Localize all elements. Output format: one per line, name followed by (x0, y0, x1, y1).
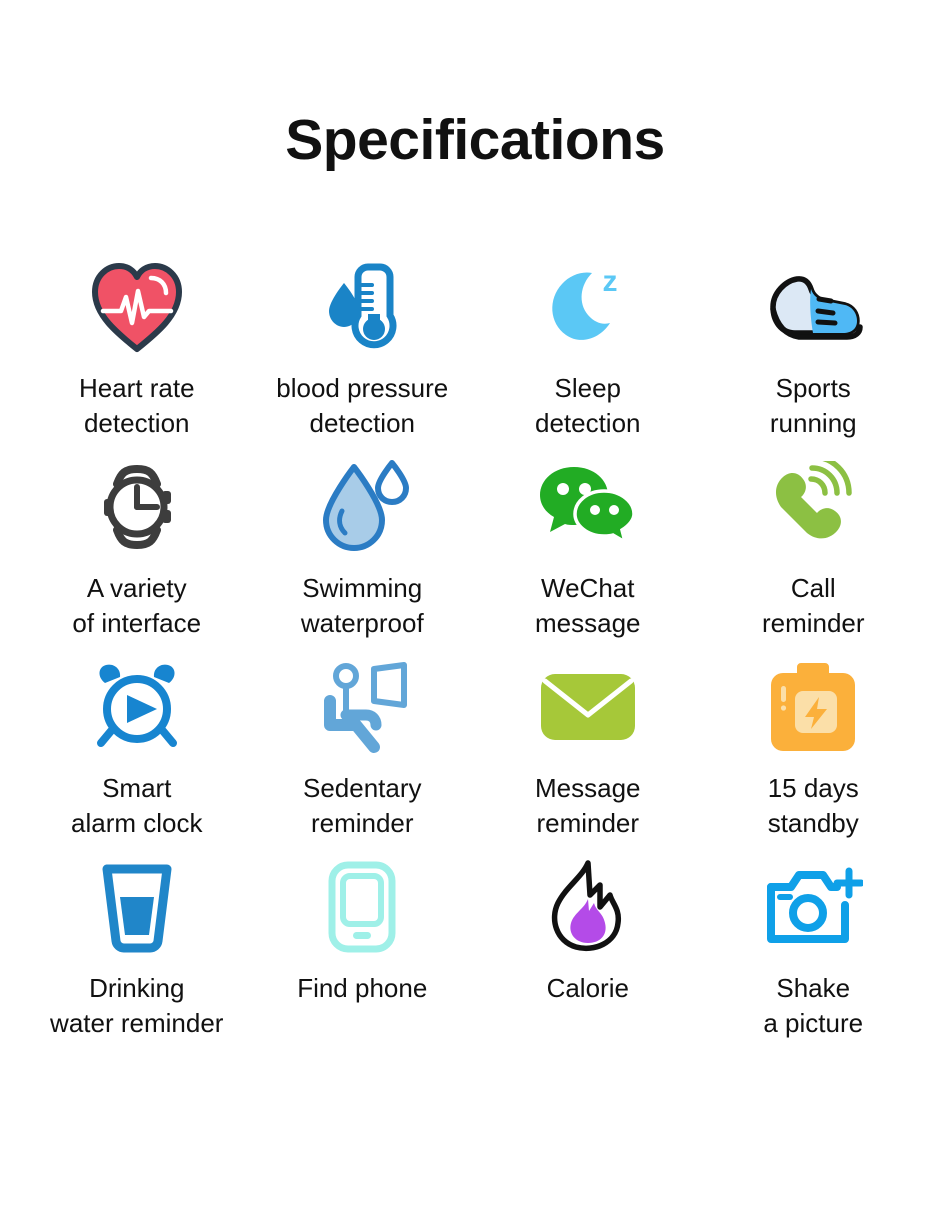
heart-rate-icon (85, 255, 189, 359)
feature-cell-call-reminder: Call reminder (701, 455, 927, 655)
feature-grid: Heart rate detection blood pressure dete… (0, 255, 950, 1055)
feature-label: blood pressure detection (276, 373, 449, 438)
feature-cell-standby: 15 days standby (701, 655, 927, 855)
feature-label: Heart rate detection (78, 373, 195, 438)
svg-text:z: z (602, 265, 617, 298)
feature-cell-calorie: Calorie (475, 855, 701, 1055)
battery-bolt-icon (761, 655, 865, 759)
feature-cell-sedentary-reminder: Sedentary reminder (250, 655, 476, 855)
thermometer-drop-icon (310, 255, 414, 359)
feature-cell-message-reminder: Message reminder (475, 655, 701, 855)
feature-label: Swimming waterproof (300, 573, 424, 638)
feature-label: Calorie (546, 973, 629, 1003)
camera-plus-icon (761, 855, 865, 959)
feature-label: Sedentary reminder (302, 773, 422, 838)
smartphone-icon (310, 855, 414, 959)
water-drops-icon (310, 455, 414, 559)
page-title: Specifications (285, 108, 665, 172)
phone-handset-icon (761, 455, 865, 559)
feature-label: Call reminder (761, 573, 865, 638)
feature-cell-shake-picture: Shake a picture (701, 855, 927, 1055)
feature-label: WeChat message (535, 573, 641, 638)
feature-label: Drinking water reminder (50, 973, 224, 1038)
wechat-bubbles-icon (536, 455, 640, 559)
feature-cell-wechat-message: WeChat message (475, 455, 701, 655)
feature-label: Sleep detection (534, 373, 641, 438)
running-shoe-icon (761, 255, 865, 359)
feature-label: 15 days standby (767, 773, 859, 838)
feature-cell-blood-pressure: blood pressure detection (250, 255, 476, 455)
feature-label: Smart alarm clock (71, 773, 203, 838)
feature-cell-sleep: z Sleep detection (475, 255, 701, 455)
feature-cell-drinking-water: Drinking water reminder (24, 855, 250, 1055)
feature-cell-heart-rate: Heart rate detection (24, 255, 250, 455)
wristwatch-icon (85, 455, 189, 559)
feature-cell-find-phone: Find phone (250, 855, 476, 1055)
feature-label: Find phone (297, 973, 428, 1003)
envelope-icon (536, 655, 640, 759)
feature-cell-sports-running: Sports running (701, 255, 927, 455)
water-glass-icon (85, 855, 189, 959)
feature-label: Shake a picture (763, 973, 864, 1038)
feature-label: Message reminder (535, 773, 641, 838)
specifications-page: Specifications Heart rate detection bloo… (0, 0, 950, 1208)
flame-icon (536, 855, 640, 959)
feature-cell-smart-alarm-clock: Smart alarm clock (24, 655, 250, 855)
feature-label: Sports running (769, 373, 857, 438)
crescent-moon-z-icon: z (536, 255, 640, 359)
feature-cell-swimming-waterproof: Swimming waterproof (250, 455, 476, 655)
alarm-clock-play-icon (85, 655, 189, 759)
feature-cell-variety-interface: A variety of interface (24, 455, 250, 655)
feature-label: A variety of interface (72, 573, 202, 638)
sedentary-desk-icon (310, 655, 414, 759)
